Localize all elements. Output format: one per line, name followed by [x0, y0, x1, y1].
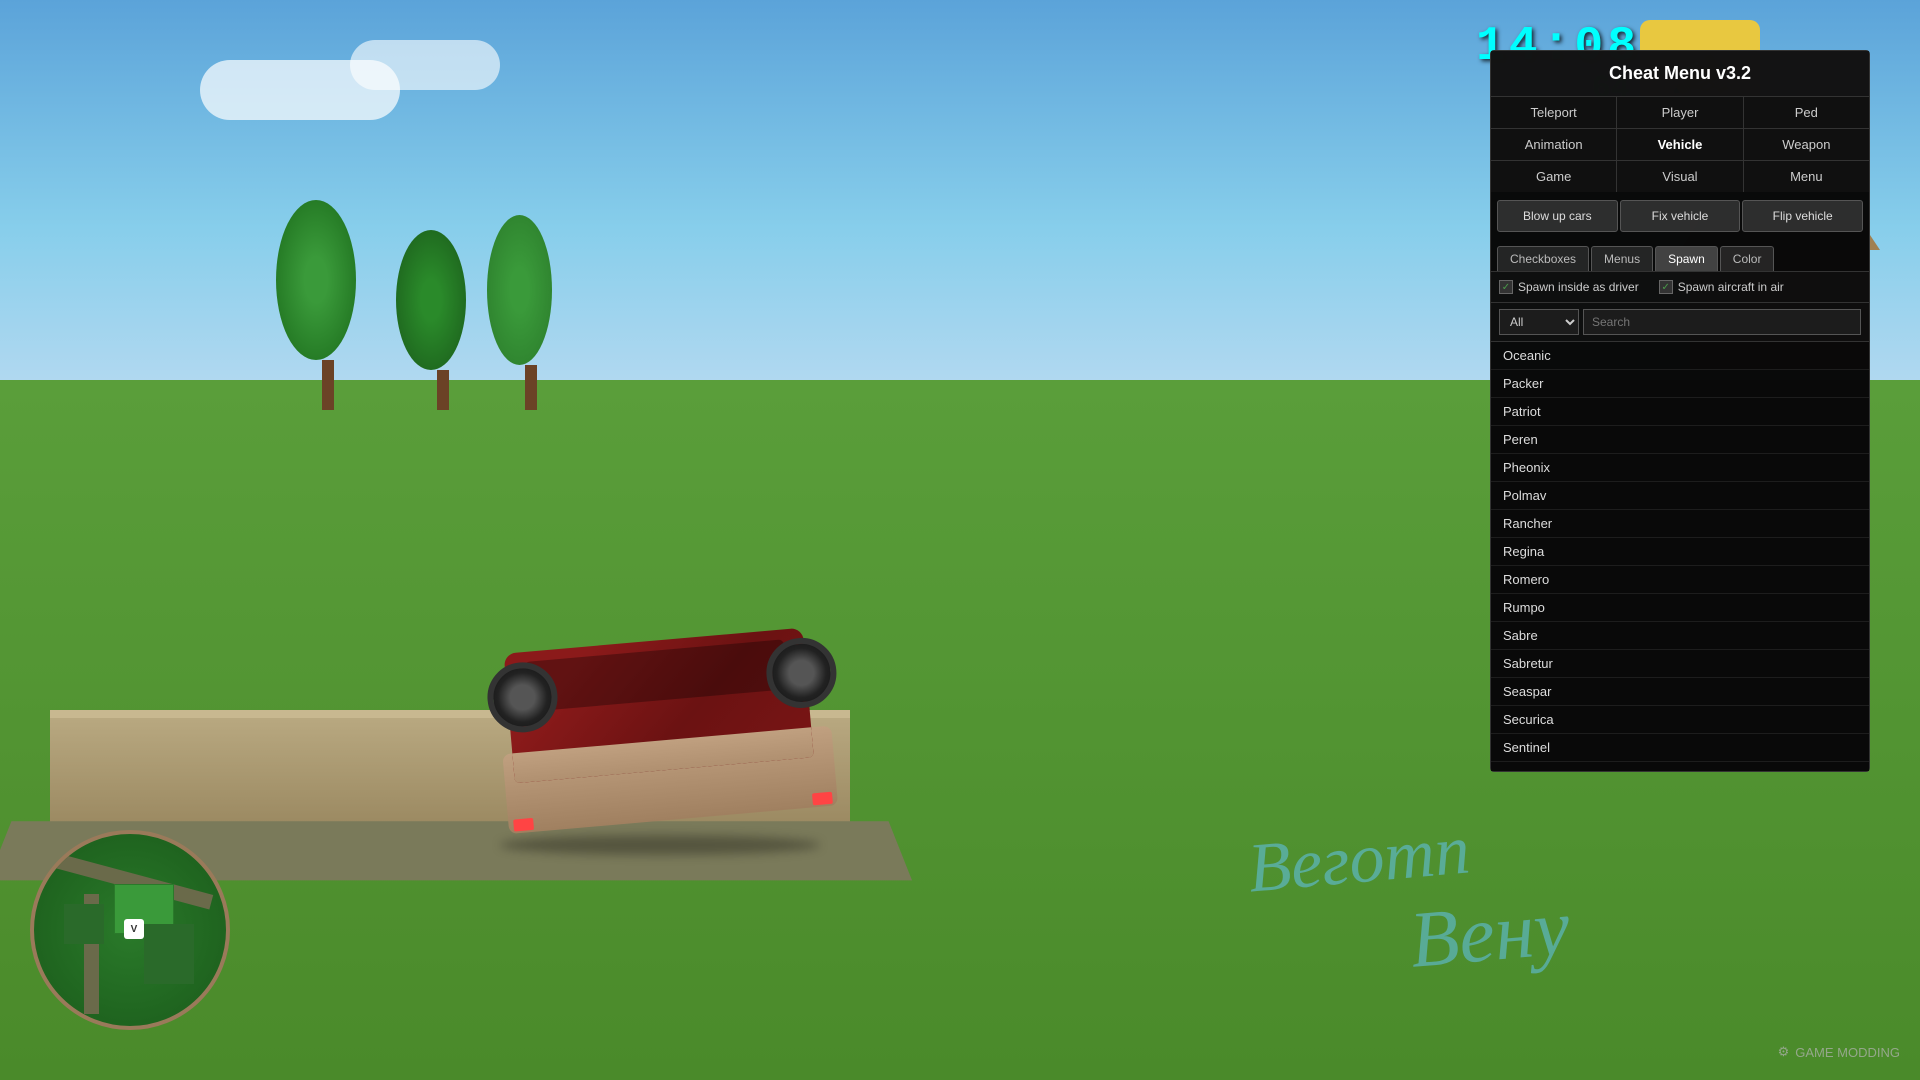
cheat-menu-panel: Cheat Menu v3.2 Teleport Player Ped Anim…: [1490, 50, 1870, 772]
spawn-aircraft-box[interactable]: ✓: [1659, 280, 1673, 294]
trees: [300, 200, 572, 415]
blow-up-cars-button[interactable]: Blow up cars: [1497, 200, 1618, 232]
tree1: [300, 200, 356, 410]
spawn-driver-label: Spawn inside as driver: [1518, 280, 1639, 294]
list-item[interactable]: Regina: [1491, 538, 1869, 566]
list-item[interactable]: Securica: [1491, 706, 1869, 734]
vehicle-list[interactable]: Oceanic Packer Patriot Peren Pheonix Pol…: [1491, 341, 1869, 771]
minimap: V N: [30, 830, 230, 1030]
nav-player[interactable]: Player: [1617, 97, 1742, 128]
tab-color[interactable]: Color: [1720, 246, 1775, 271]
list-item[interactable]: Rumpo: [1491, 594, 1869, 622]
panel-title: Cheat Menu v3.2: [1491, 51, 1869, 96]
nav-weapon[interactable]: Weapon: [1744, 129, 1869, 160]
tree3: [511, 215, 552, 410]
flip-vehicle-button[interactable]: Flip vehicle: [1742, 200, 1863, 232]
car: [480, 600, 860, 860]
list-item[interactable]: Sentxs: [1491, 762, 1869, 771]
category-filter[interactable]: All Cars Bikes Boats Helis Planes: [1499, 309, 1579, 335]
fix-vehicle-button[interactable]: Fix vehicle: [1620, 200, 1741, 232]
nav-animation[interactable]: Animation: [1491, 129, 1616, 160]
watermark-text: GAME MODDING: [1795, 1045, 1900, 1060]
nav-menu[interactable]: Menu: [1744, 161, 1869, 192]
minimap-compass: N: [201, 995, 211, 1011]
nav-teleport[interactable]: Teleport: [1491, 97, 1616, 128]
spawn-as-driver-checkbox[interactable]: ✓ Spawn inside as driver: [1499, 280, 1639, 294]
nav-game[interactable]: Game: [1491, 161, 1616, 192]
nav-vehicle[interactable]: Vehicle: [1617, 129, 1742, 160]
spawn-options: ✓ Spawn inside as driver ✓ Spawn aircraf…: [1491, 271, 1869, 302]
spawn-driver-box[interactable]: ✓: [1499, 280, 1513, 294]
script-watermark2: Вену: [1407, 882, 1574, 987]
tree2: [420, 230, 466, 410]
list-item[interactable]: Rancher: [1491, 510, 1869, 538]
list-item[interactable]: Sabre: [1491, 622, 1869, 650]
tab-checkboxes[interactable]: Checkboxes: [1497, 246, 1589, 271]
list-item[interactable]: Oceanic: [1491, 342, 1869, 370]
list-item[interactable]: Sabretur: [1491, 650, 1869, 678]
game-modding-watermark: ⚙ GAME MODDING: [1778, 1044, 1900, 1060]
tab-spawn[interactable]: Spawn: [1655, 246, 1718, 271]
minimap-player-marker: V: [124, 919, 144, 939]
spawn-aircraft-label: Spawn aircraft in air: [1678, 280, 1784, 294]
nav-visual[interactable]: Visual: [1617, 161, 1742, 192]
gear-icon: ⚙: [1778, 1044, 1790, 1060]
list-item[interactable]: Romero: [1491, 566, 1869, 594]
cloud2: [350, 40, 500, 90]
nav-ped[interactable]: Ped: [1744, 97, 1869, 128]
list-item[interactable]: Patriot: [1491, 398, 1869, 426]
list-item[interactable]: Polmav: [1491, 482, 1869, 510]
minimap-content: V N: [34, 834, 226, 1026]
sub-tabs: Checkboxes Menus Spawn Color: [1491, 240, 1869, 271]
vehicle-actions: Blow up cars Fix vehicle Flip vehicle: [1491, 192, 1869, 240]
search-input[interactable]: [1583, 309, 1861, 335]
list-item[interactable]: Pheonix: [1491, 454, 1869, 482]
list-item[interactable]: Peren: [1491, 426, 1869, 454]
filter-row: All Cars Bikes Boats Helis Planes: [1491, 302, 1869, 341]
spawn-aircraft-checkbox[interactable]: ✓ Spawn aircraft in air: [1659, 280, 1784, 294]
nav-grid: Teleport Player Ped Animation Vehicle We…: [1491, 96, 1869, 192]
list-item[interactable]: Seaspar: [1491, 678, 1869, 706]
list-item[interactable]: Packer: [1491, 370, 1869, 398]
list-item[interactable]: Sentinel: [1491, 734, 1869, 762]
tab-menus[interactable]: Menus: [1591, 246, 1653, 271]
